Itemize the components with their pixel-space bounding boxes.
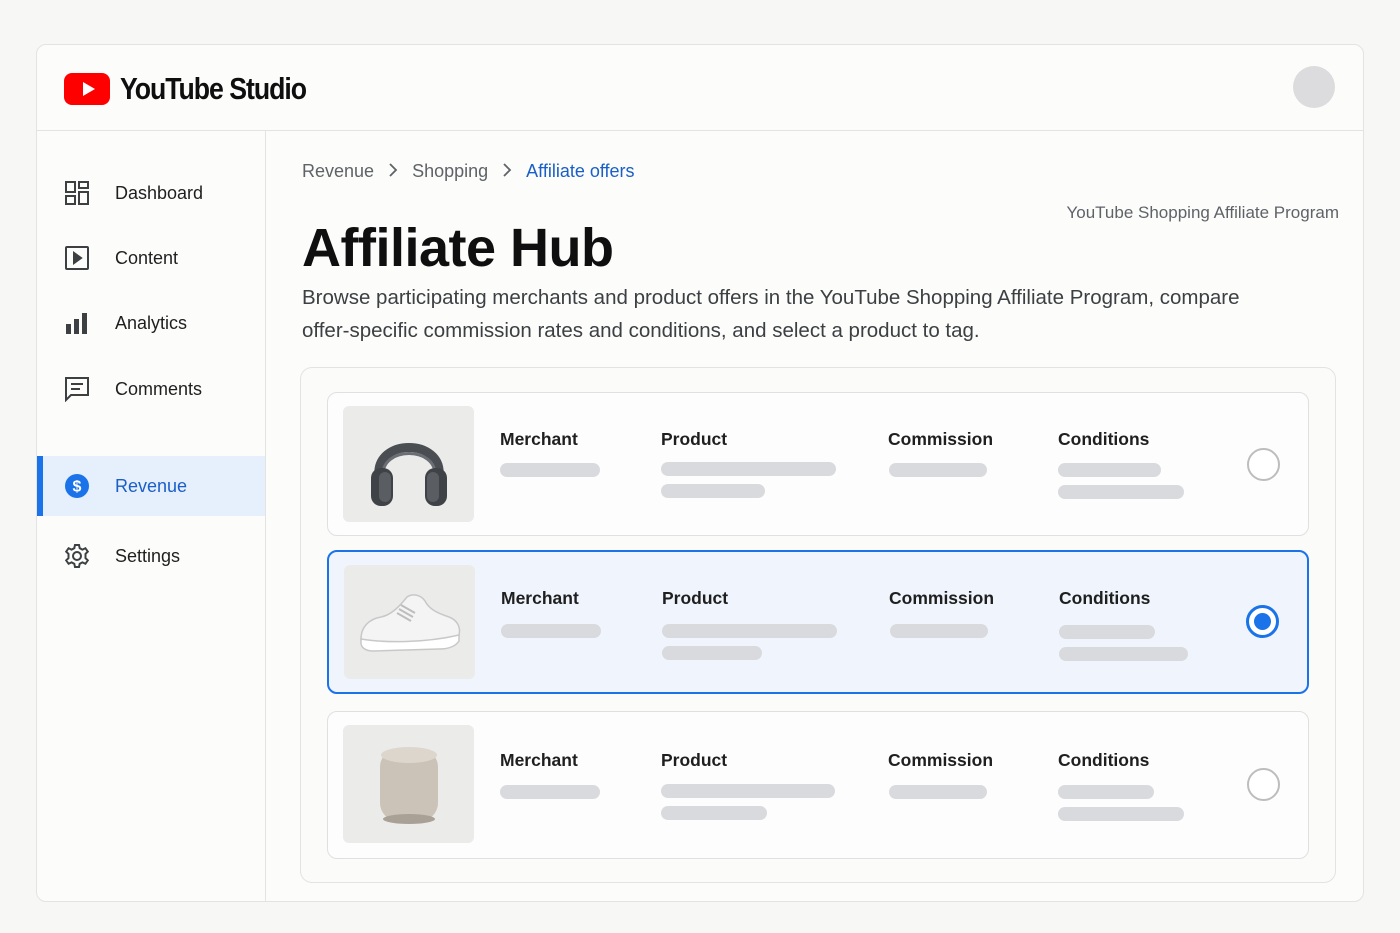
offer-select-radio[interactable] <box>1246 605 1279 638</box>
product-label: Product <box>661 429 728 449</box>
sidebar-item-settings[interactable]: Settings <box>37 526 265 586</box>
commission-placeholder <box>889 785 987 799</box>
merchant-label: Merchant <box>500 429 578 449</box>
sidebar-item-label: Content <box>115 247 179 268</box>
commission-label: Commission <box>888 750 994 770</box>
breadcrumb: Revenue Shopping Affiliate offers <box>302 161 635 182</box>
sidebar-item-label: Settings <box>115 545 181 566</box>
product-placeholder <box>662 624 837 638</box>
headphones-image <box>343 406 474 522</box>
product-placeholder <box>661 784 835 798</box>
app-title: YouTube Studio <box>120 71 307 106</box>
merchant-placeholder <box>500 463 600 477</box>
commission-column: Commission <box>888 429 993 450</box>
sidebar-item-label: Revenue <box>115 475 188 496</box>
conditions-placeholder <box>1059 647 1188 661</box>
sidebar-item-label: Analytics <box>115 312 188 333</box>
conditions-column: Conditions <box>1058 750 1149 771</box>
sidebar-item-analytics[interactable]: Analytics <box>37 293 265 353</box>
offers-panel: Merchant Product Commission Conditions M… <box>300 367 1336 883</box>
breadcrumb-shopping[interactable]: Shopping <box>412 161 488 182</box>
product-placeholder <box>662 646 762 660</box>
dollar-circle-icon: $ <box>64 473 90 499</box>
commission-placeholder <box>890 624 988 638</box>
merchant-column: Merchant <box>500 750 578 771</box>
sidebar-item-dashboard[interactable]: Dashboard <box>37 163 265 223</box>
play-square-icon <box>64 245 90 271</box>
product-label: Product <box>661 750 728 770</box>
conditions-label: Conditions <box>1059 588 1151 608</box>
sidebar-item-label: Comments <box>115 378 203 399</box>
bar-chart-icon <box>64 310 90 336</box>
sidebar-item-label: Dashboard <box>115 182 204 203</box>
product-placeholder <box>661 806 767 820</box>
product-placeholder <box>661 484 765 498</box>
youtube-studio-logo[interactable]: YouTube Studio <box>64 71 336 107</box>
offer-card-selected[interactable]: Merchant Product Commission Conditions <box>327 550 1309 694</box>
conditions-placeholder <box>1058 485 1184 499</box>
sidebar-item-content[interactable]: Content <box>37 228 265 288</box>
merchant-column: Merchant <box>501 588 579 609</box>
commission-label: Commission <box>888 429 994 449</box>
comment-icon <box>64 376 90 402</box>
conditions-column: Conditions <box>1058 429 1149 450</box>
conditions-placeholder <box>1059 625 1155 639</box>
chevron-right-icon <box>388 161 398 182</box>
speaker-image <box>343 725 474 843</box>
program-label: YouTube Shopping Affiliate Program <box>1066 203 1339 222</box>
merchant-column: Merchant <box>500 429 578 450</box>
page-title: Affiliate Hub <box>302 218 614 278</box>
page-description: Browse participating merchants and produ… <box>302 286 1240 342</box>
youtube-play-icon <box>64 73 110 105</box>
conditions-column: Conditions <box>1059 588 1150 609</box>
conditions-label: Conditions <box>1058 429 1150 449</box>
merchant-placeholder <box>500 785 600 799</box>
product-label: Product <box>662 588 729 608</box>
avatar[interactable] <box>1293 66 1335 108</box>
offer-card[interactable]: Merchant Product Commission Conditions <box>327 392 1309 536</box>
app-window: YouTube Studio Dashboard Content Analyti… <box>36 44 1364 902</box>
merchant-placeholder <box>501 624 601 638</box>
conditions-label: Conditions <box>1058 750 1150 770</box>
offer-select-radio[interactable] <box>1247 448 1280 481</box>
commission-label: Commission <box>889 588 995 608</box>
svg-text:$: $ <box>73 479 82 496</box>
top-bar: YouTube Studio <box>37 45 1363 131</box>
merchant-label: Merchant <box>501 588 579 608</box>
commission-column: Commission <box>888 750 993 771</box>
product-column: Product <box>662 588 728 609</box>
commission-placeholder <box>889 463 987 477</box>
sidebar-item-comments[interactable]: Comments <box>37 359 265 419</box>
offer-card[interactable]: Merchant Product Commission Conditions <box>327 711 1309 859</box>
dashboard-grid-icon <box>64 180 90 206</box>
product-column: Product <box>661 429 727 450</box>
chevron-right-icon <box>502 161 512 182</box>
gear-icon <box>64 543 90 569</box>
commission-column: Commission <box>889 588 994 609</box>
product-column: Product <box>661 750 727 771</box>
breadcrumb-affiliate-offers[interactable]: Affiliate offers <box>526 161 634 182</box>
conditions-placeholder <box>1058 785 1154 799</box>
breadcrumb-revenue[interactable]: Revenue <box>302 161 374 182</box>
conditions-placeholder <box>1058 807 1184 821</box>
conditions-placeholder <box>1058 463 1161 477</box>
product-placeholder <box>661 462 836 476</box>
sneaker-image <box>344 565 475 679</box>
sidebar: Dashboard Content Analytics Comments $ R… <box>37 131 266 901</box>
main-content: Revenue Shopping Affiliate offers YouTub… <box>266 131 1363 901</box>
offer-select-radio[interactable] <box>1247 768 1280 801</box>
merchant-label: Merchant <box>500 750 578 770</box>
sidebar-item-revenue[interactable]: $ Revenue <box>37 456 265 516</box>
